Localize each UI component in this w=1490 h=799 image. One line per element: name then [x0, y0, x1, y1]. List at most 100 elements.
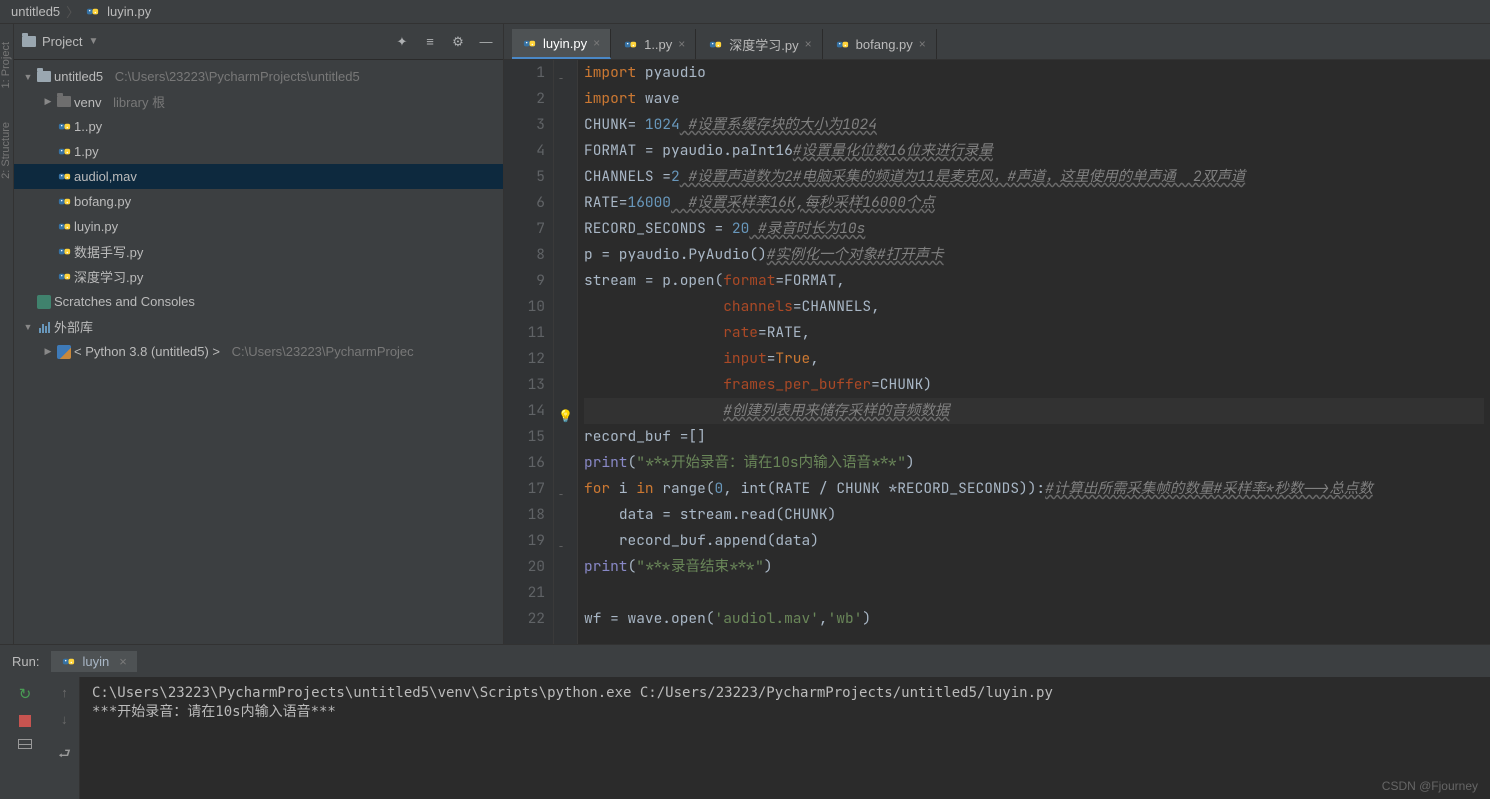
tree-item[interactable]: ▶venv library 根 — [14, 89, 503, 114]
editor-tab[interactable]: luyin.py× — [512, 29, 611, 59]
structure-tool-tab[interactable]: 2: Structure — [0, 114, 12, 187]
breadcrumb-root[interactable]: untitled5 — [11, 4, 60, 19]
run-output-line: ***开始录音：请在10s内输入语音*** — [92, 701, 1478, 721]
tree-item[interactable]: audiol,mav — [14, 164, 503, 189]
fold-gutter[interactable]: − − − 💡 — [554, 60, 578, 644]
project-tree[interactable]: ▼untitled5 C:\Users\23223\PycharmProject… — [14, 60, 503, 644]
code-line: p = pyaudio.PyAudio()#实例化一个对象#打开声卡 — [584, 242, 1484, 268]
line-number[interactable]: 14 — [512, 398, 545, 424]
code-line: FORMAT = pyaudio.paInt16#设置量化位数16位来进行录量 — [584, 138, 1484, 164]
tree-item[interactable]: luyin.py — [14, 214, 503, 239]
code-line: CHUNK= 1024 #设置系缓存块的大小为1024 — [584, 112, 1484, 138]
line-number[interactable]: 18 — [512, 502, 545, 528]
code-line: channels=CHANNELS, — [584, 294, 1484, 320]
line-number[interactable]: 5 — [512, 164, 545, 190]
line-number[interactable]: 13 — [512, 372, 545, 398]
line-number[interactable]: 1 — [512, 60, 545, 86]
line-number[interactable]: 9 — [512, 268, 545, 294]
line-number[interactable]: 21 — [512, 580, 545, 606]
line-number[interactable]: 19 — [512, 528, 545, 554]
chevron-icon[interactable]: ▶ — [42, 96, 54, 107]
line-number-gutter[interactable]: 12345678910111213141516171819202122 — [504, 60, 554, 644]
tree-item[interactable]: ▼外部库 — [14, 314, 503, 339]
line-number[interactable]: 4 — [512, 138, 545, 164]
run-output-line: C:\Users\23223\PycharmProjects\untitled5… — [92, 685, 1478, 701]
close-icon[interactable]: × — [593, 36, 600, 50]
code-line — [584, 580, 1484, 606]
python-file-icon — [57, 169, 72, 184]
run-actions-gutter: ↻ — [0, 677, 50, 799]
line-number[interactable]: 17 — [512, 476, 545, 502]
run-output[interactable]: C:\Users\23223\PycharmProjects\untitled5… — [80, 677, 1490, 799]
line-number[interactable]: 10 — [512, 294, 545, 320]
code-line: record_buf =[] — [584, 424, 1484, 450]
tree-item[interactable]: 数据手写.py — [14, 239, 503, 264]
editor-tab[interactable]: 1..py× — [613, 29, 696, 59]
line-number[interactable]: 3 — [512, 112, 545, 138]
breadcrumb-file[interactable]: luyin.py — [85, 4, 154, 19]
editor-area: luyin.py×1..py×深度学习.py×bofang.py× 123456… — [504, 24, 1490, 644]
hide-icon[interactable]: — — [477, 33, 495, 51]
chevron-icon[interactable]: ▼ — [22, 322, 34, 332]
close-icon[interactable]: × — [119, 654, 127, 669]
gear-icon[interactable]: ⚙ — [449, 33, 467, 51]
code-line: import wave — [584, 86, 1484, 112]
line-number[interactable]: 2 — [512, 86, 545, 112]
code-line: data = stream.read(CHUNK) — [584, 502, 1484, 528]
code-line: rate=RATE, — [584, 320, 1484, 346]
code-line: import pyaudio — [584, 60, 1484, 86]
tree-item[interactable]: ▶< Python 3.8 (untitled5) > C:\Users\232… — [14, 339, 503, 364]
fold-icon[interactable]: − — [558, 482, 564, 508]
fold-icon[interactable]: − — [558, 534, 564, 560]
line-number[interactable]: 11 — [512, 320, 545, 346]
code-line: CHANNELS =2 #设置声道数为2#电脑采集的频道为11是麦克风，#声道，… — [584, 164, 1484, 190]
chevron-icon[interactable]: ▶ — [42, 346, 54, 357]
left-gutter-tabs: 1: Project 2: Structure — [0, 24, 14, 644]
stop-icon[interactable] — [19, 715, 31, 727]
editor-tab[interactable]: bofang.py× — [825, 29, 937, 59]
line-number[interactable]: 22 — [512, 606, 545, 632]
code-line: RATE=16000 #设置采样率16K,每秒采样16000个点 — [584, 190, 1484, 216]
run-config-tab[interactable]: luyin × — [51, 651, 136, 672]
line-number[interactable]: 6 — [512, 190, 545, 216]
tree-item[interactable]: ▼untitled5 C:\Users\23223\PycharmProject… — [14, 64, 503, 89]
tree-item[interactable]: bofang.py — [14, 189, 503, 214]
python-file-icon — [835, 37, 850, 52]
line-number[interactable]: 8 — [512, 242, 545, 268]
rerun-icon[interactable]: ↻ — [19, 685, 32, 703]
line-number[interactable]: 20 — [512, 554, 545, 580]
scroll-up-icon[interactable]: ↑ — [61, 685, 68, 700]
code-line: record_buf.append(data) — [584, 528, 1484, 554]
close-icon[interactable]: × — [678, 37, 685, 51]
tree-item[interactable]: 深度学习.py — [14, 264, 503, 289]
scroll-down-icon[interactable]: ↑ — [61, 714, 68, 729]
tree-item[interactable]: 1.py — [14, 139, 503, 164]
close-icon[interactable]: × — [919, 37, 926, 51]
code-line: for i in range(0, int(RATE / CHUNK *RECO… — [584, 476, 1484, 502]
line-number[interactable]: 12 — [512, 346, 545, 372]
code-line: print("***开始录音：请在10s内输入语音***") — [584, 450, 1484, 476]
tree-item[interactable]: 1..py — [14, 114, 503, 139]
code-line: print("***录音结束***") — [584, 554, 1484, 580]
line-number[interactable]: 15 — [512, 424, 545, 450]
project-tool-tab[interactable]: 1: Project — [0, 34, 12, 96]
chevron-down-icon: ▼ — [88, 36, 98, 47]
project-header: Project ▼ ✦ ≡ ⚙ — — [14, 24, 503, 60]
collapse-icon[interactable]: ≡ — [421, 33, 439, 51]
python-file-icon — [57, 244, 72, 259]
code-editor[interactable]: import pyaudioimport waveCHUNK= 1024 #设置… — [578, 60, 1490, 644]
close-icon[interactable]: × — [805, 37, 812, 51]
project-view-selector[interactable]: Project — [42, 34, 82, 49]
editor-tab[interactable]: 深度学习.py× — [698, 29, 822, 59]
line-number[interactable]: 7 — [512, 216, 545, 242]
fold-icon[interactable]: − — [558, 66, 564, 92]
tree-item[interactable]: Scratches and Consoles — [14, 289, 503, 314]
locate-icon[interactable]: ✦ — [393, 33, 411, 51]
lightbulb-icon[interactable]: 💡 — [558, 403, 573, 429]
code-line: input=True, — [584, 346, 1484, 372]
run-label: Run: — [12, 654, 39, 669]
chevron-icon[interactable]: ▼ — [22, 72, 34, 82]
line-number[interactable]: 16 — [512, 450, 545, 476]
layout-icon[interactable] — [18, 739, 32, 749]
soft-wrap-icon[interactable]: ⮐ — [58, 743, 71, 767]
